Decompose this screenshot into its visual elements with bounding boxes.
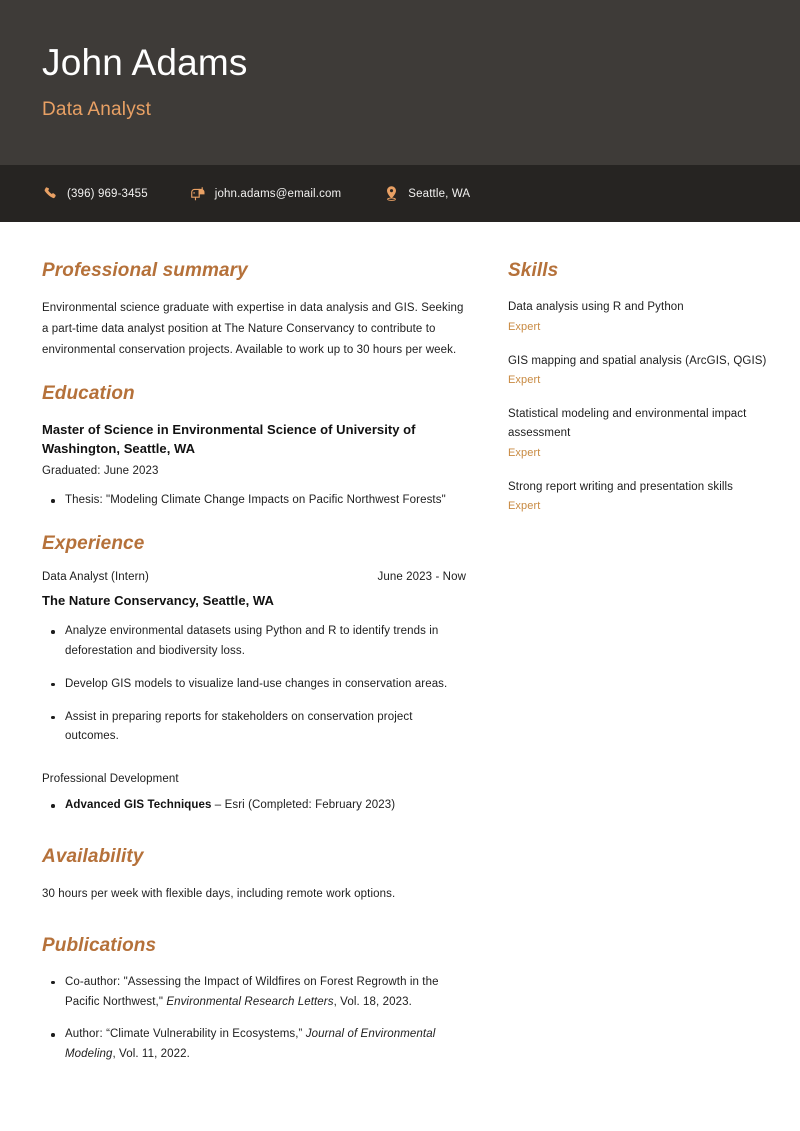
resume-body: Professional summary Environmental scien… <box>0 222 800 1071</box>
education-degree: Master of Science in Environmental Scien… <box>42 421 416 456</box>
summary-text: Environmental science graduate with expe… <box>42 302 464 356</box>
skill-name: Strong report writing and presentation s… <box>508 480 734 493</box>
section-title-availability: Availability <box>42 845 144 867</box>
list-item: Assist in preparing reports for stakehol… <box>42 708 466 748</box>
contact-phone-text: (396) 969-3455 <box>67 187 148 200</box>
page-title: John Adams <box>42 42 248 83</box>
pd-course-detail: – Esri (Completed: February 2023) <box>211 799 396 812</box>
skill-name: GIS mapping and spatial analysis (ArcGIS… <box>508 354 767 367</box>
main-column: Professional summary Environmental scien… <box>42 260 466 1071</box>
skill-level: Expert <box>508 500 541 513</box>
contact-location[interactable]: Seattle, WA <box>383 185 470 202</box>
list-item: Co-author: "Assessing the Impact of Wild… <box>42 973 466 1013</box>
section-skills: Skills Data analysis using R and Python … <box>508 260 780 512</box>
section-experience: Experience Data Analyst (Intern) June 20… <box>42 533 466 816</box>
contact-bar: (396) 969-3455 john.adams@email.com Seat… <box>0 165 800 222</box>
experience-dates: June 2023 - Now <box>377 571 466 584</box>
skill-level: Expert <box>508 446 541 459</box>
contact-phone[interactable]: (396) 969-3455 <box>42 185 148 202</box>
section-publications: Publications Co-author: "Assessing the I… <box>42 935 466 1065</box>
skill-level: Expert <box>508 320 541 333</box>
map-pin-icon <box>383 185 399 202</box>
experience-bullets: Analyze environmental datasets using Pyt… <box>42 622 466 747</box>
section-education: Education Master of Science in Environme… <box>42 383 466 511</box>
skill-level: Expert <box>508 374 541 387</box>
publication-journal: Environmental Research Letters <box>166 995 334 1008</box>
publication-prefix: Author: “Climate Vulnerability in Ecosys… <box>65 1028 306 1041</box>
professional-development-bullets: Advanced GIS Techniques – Esri (Complete… <box>42 796 466 816</box>
section-title-experience: Experience <box>42 533 145 555</box>
experience-header-row: Data Analyst (Intern) June 2023 - Now <box>42 571 466 583</box>
contact-email-text: john.adams@email.com <box>214 187 342 200</box>
education-graduated: Graduated: June 2023 <box>42 465 159 478</box>
skill-item: Data analysis using R and Python Expert <box>508 298 780 333</box>
resume-document: John Adams Data Analyst (396) 969-3455 j… <box>0 0 800 1131</box>
skill-name: Statistical modeling and environmental i… <box>508 408 747 439</box>
job-title: Data Analyst <box>42 98 152 120</box>
section-availability: Availability 30 hours per week with flex… <box>42 846 466 905</box>
experience-company: The Nature Conservancy, Seattle, WA <box>42 593 274 609</box>
mailbox-icon <box>190 185 206 202</box>
pd-course-name: Advanced GIS Techniques <box>65 799 212 812</box>
list-item: Thesis: "Modeling Climate Change Impacts… <box>42 491 466 511</box>
publication-suffix: , Vol. 18, 2023. <box>333 995 412 1008</box>
list-item: Develop GIS models to visualize land-use… <box>42 675 466 695</box>
experience-role: Data Analyst (Intern) <box>42 571 149 584</box>
section-title-skills: Skills <box>508 260 559 281</box>
list-item: Analyze environmental datasets using Pyt… <box>42 622 466 662</box>
resume-header: John Adams Data Analyst <box>0 0 800 165</box>
list-item: Advanced GIS Techniques – Esri (Complete… <box>42 796 466 816</box>
skill-item: Statistical modeling and environmental i… <box>508 405 780 458</box>
availability-text: 30 hours per week with flexible days, in… <box>42 887 396 900</box>
list-item: Author: “Climate Vulnerability in Ecosys… <box>42 1025 466 1065</box>
section-title-summary: Professional summary <box>42 260 248 281</box>
skill-item: GIS mapping and spatial analysis (ArcGIS… <box>508 352 780 387</box>
publication-suffix: , Vol. 11, 2022. <box>112 1048 190 1061</box>
skill-name: Data analysis using R and Python <box>508 301 684 313</box>
publications-list: Co-author: "Assessing the Impact of Wild… <box>42 973 466 1065</box>
contact-location-text: Seattle, WA <box>408 187 471 200</box>
professional-development-label: Professional Development <box>42 773 179 786</box>
skill-item: Strong report writing and presentation s… <box>508 478 780 513</box>
section-title-education: Education <box>42 382 135 404</box>
side-column: Skills Data analysis using R and Python … <box>508 260 780 518</box>
education-bullets: Thesis: "Modeling Climate Change Impacts… <box>42 491 466 511</box>
section-title-publications: Publications <box>42 934 157 956</box>
contact-email[interactable]: john.adams@email.com <box>190 185 342 202</box>
section-professional-summary: Professional summary Environmental scien… <box>42 260 466 361</box>
phone-icon <box>42 185 58 202</box>
